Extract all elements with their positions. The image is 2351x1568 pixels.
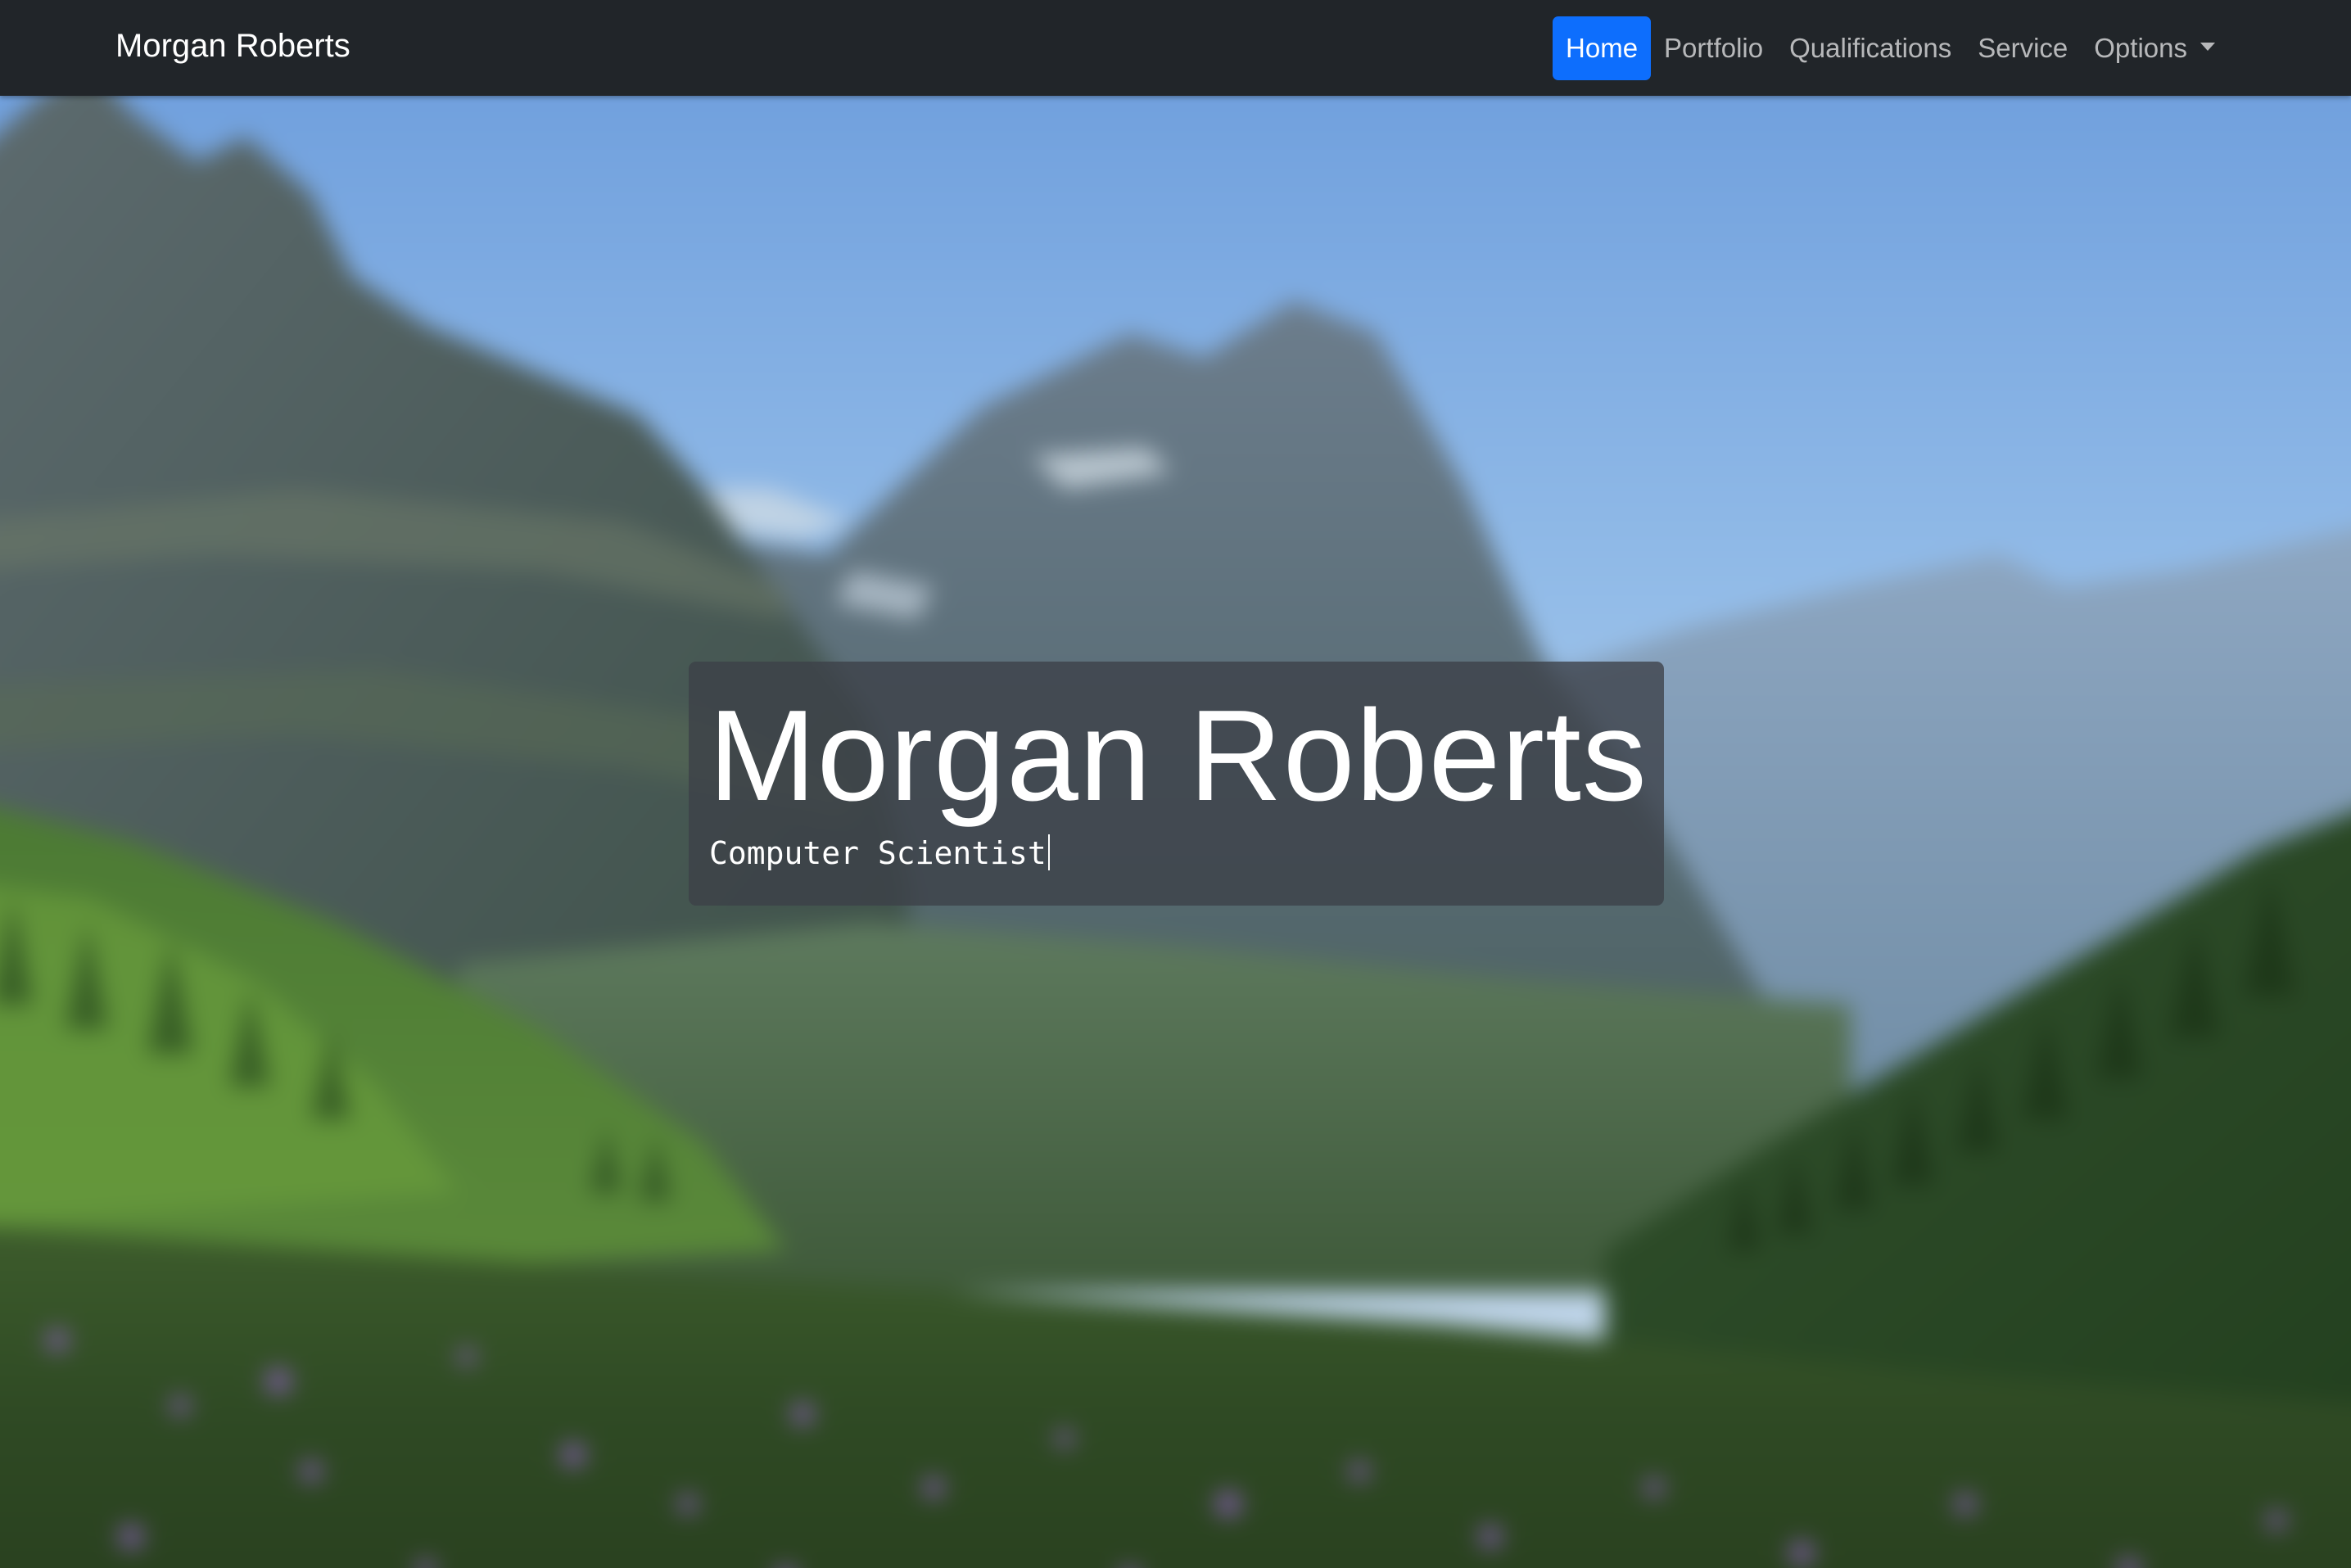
- navbar-brand[interactable]: Morgan Roberts: [115, 0, 350, 96]
- nav-item-label: Home: [1566, 32, 1639, 63]
- hero-title: Morgan Roberts: [708, 684, 1648, 828]
- hero-subtitle-text: Computer Scientist: [709, 835, 1047, 871]
- hero-subtitle: Computer Scientist: [709, 834, 1050, 873]
- hero-title-card: Morgan Roberts Computer Scientist: [689, 662, 1664, 906]
- nav-item-qualifications[interactable]: Qualifications: [1776, 16, 1964, 80]
- nav-item-label: Qualifications: [1789, 32, 1952, 63]
- caret-down-icon: [2200, 42, 2215, 51]
- nav-item-label: Portfolio: [1664, 32, 1764, 63]
- nav-item-service[interactable]: Service: [1964, 16, 2081, 80]
- navbar: Morgan Roberts Home Portfolio Qualificat…: [0, 0, 2351, 96]
- nav-item-label: Service: [1978, 32, 2068, 63]
- text-cursor-icon: [1047, 834, 1050, 870]
- nav-item-label: Options: [2094, 32, 2187, 63]
- nav-item-portfolio[interactable]: Portfolio: [1651, 16, 1776, 80]
- nav-menu: Home Portfolio Qualifications Service Op…: [1553, 0, 2228, 96]
- nav-item-options-dropdown[interactable]: Options: [2081, 16, 2228, 80]
- nav-item-home[interactable]: Home: [1553, 16, 1652, 80]
